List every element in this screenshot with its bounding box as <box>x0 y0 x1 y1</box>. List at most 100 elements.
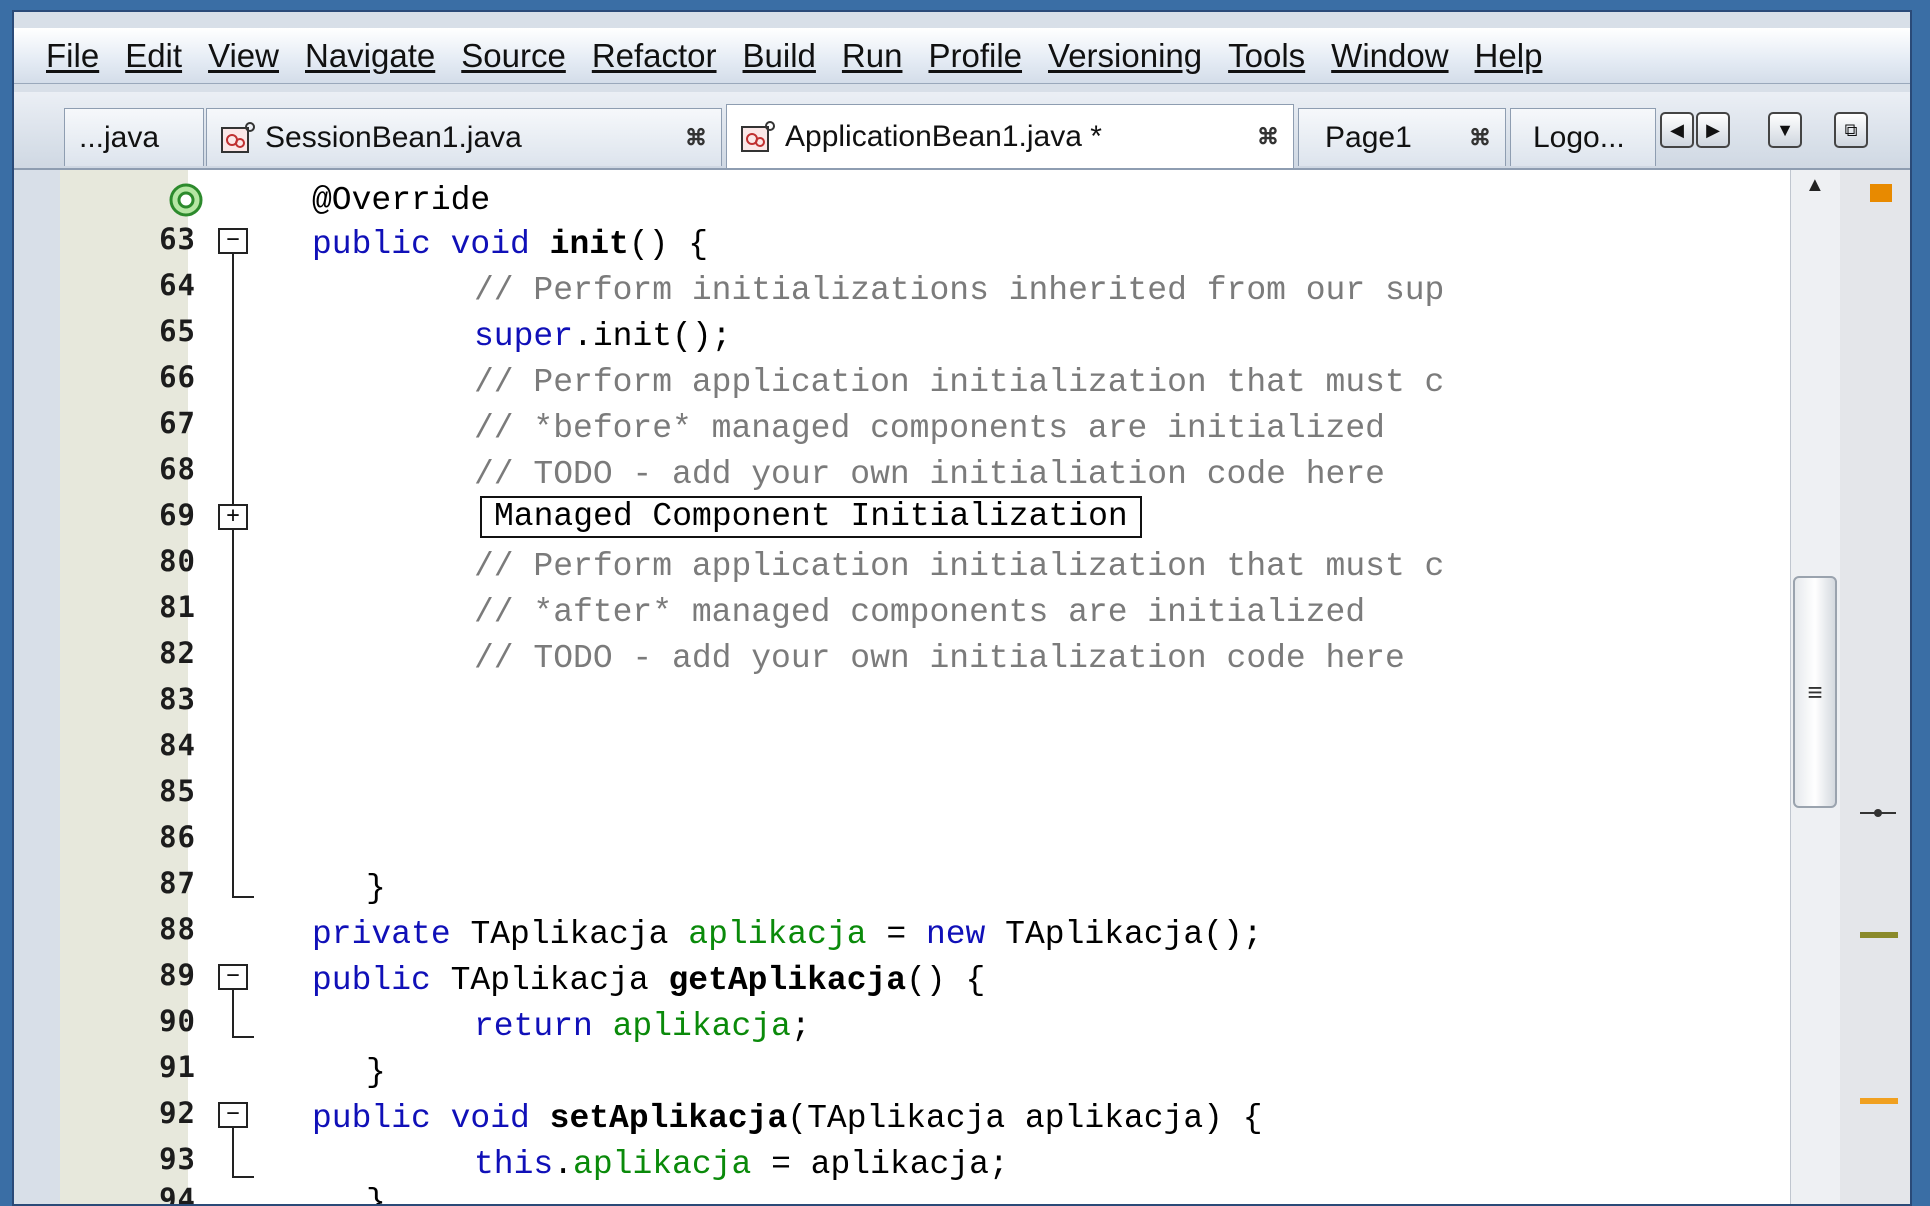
keyword: super <box>474 318 574 355</box>
bean-file-icon <box>221 121 255 153</box>
error-stripe-mark[interactable] <box>1860 1098 1898 1104</box>
code-line: @Override <box>312 182 490 219</box>
field-name: aplikacja <box>612 1008 791 1045</box>
tab-label: Logo... <box>1533 120 1625 154</box>
line-number: 82 <box>159 636 196 670</box>
code-comment: // TODO - add your own initialization co… <box>474 640 1405 677</box>
tab-label: SessionBean1.java <box>265 120 522 154</box>
code-editor[interactable]: 63 64 65 66 67 68 69 80 81 82 83 84 85 8… <box>60 170 1790 1206</box>
menu-versioning[interactable]: Versioning <box>1048 37 1202 75</box>
type-name: TAplikacja <box>470 916 689 953</box>
line-number: 84 <box>159 728 196 762</box>
line-number: 92 <box>159 1096 196 1130</box>
line-number: 85 <box>159 774 196 808</box>
type-name: TAplikacja <box>450 962 669 999</box>
expand-fold-button[interactable]: + <box>218 504 248 530</box>
close-tab-icon[interactable]: ⌘ <box>1469 125 1491 151</box>
collapse-fold-button[interactable]: − <box>218 964 248 990</box>
tab-logo[interactable]: Logo... <box>1510 108 1656 166</box>
method-name: getAplikacja <box>668 962 907 999</box>
menu-bar: File Edit View Navigate Source Refactor … <box>14 28 1910 84</box>
code-text: TAplikacja(); <box>1005 916 1263 953</box>
collapse-fold-button[interactable]: − <box>218 1102 248 1128</box>
keyword: public void <box>312 226 550 263</box>
menu-source[interactable]: Source <box>461 37 566 75</box>
code-comment: // Perform application initialization th… <box>474 364 1445 401</box>
code-text: () { <box>628 226 709 263</box>
menu-window[interactable]: Window <box>1331 37 1448 75</box>
line-number: 87 <box>159 866 196 900</box>
tab-label: Page1 <box>1325 120 1412 154</box>
code-comment: // Perform initializations inherited fro… <box>474 272 1445 309</box>
code-text: = <box>866 916 926 953</box>
line-number: 80 <box>159 544 196 578</box>
override-annotation-icon[interactable] <box>168 182 204 218</box>
closing-brace: } <box>366 870 386 907</box>
keyword: this <box>474 1146 554 1183</box>
code-line: public TAplikacja getAplikacja() { <box>312 962 985 999</box>
collapse-fold-button[interactable]: − <box>218 228 248 254</box>
line-number: 69 <box>159 498 196 532</box>
code-line: return aplikacja; <box>474 1008 811 1045</box>
grip-icon: ≡ <box>1807 676 1823 707</box>
maximize-window-button[interactable]: ⧉ <box>1834 112 1868 148</box>
method-name: setAplikacja <box>549 1100 788 1137</box>
closing-brace: } <box>366 1184 386 1206</box>
editor-tab-bar: ...java SessionBean1.java ⌘ ApplicationB… <box>14 92 1910 170</box>
collapsed-code-region[interactable]: Managed Component Initialization <box>480 496 1142 538</box>
tab-page1[interactable]: Page1 ⌘ <box>1298 108 1506 166</box>
code-text: ; <box>790 1008 811 1045</box>
scroll-up-icon[interactable]: ▲ <box>1805 174 1825 197</box>
line-number: 86 <box>159 820 196 854</box>
fold-guide-end <box>232 1176 254 1178</box>
menu-build[interactable]: Build <box>743 37 816 75</box>
error-stripe-mark[interactable] <box>1870 184 1892 202</box>
code-text: .init(); <box>573 318 732 355</box>
vertical-scrollbar[interactable]: ▲ ≡ <box>1790 170 1841 1204</box>
code-text: (TAplikacja aplikacja) { <box>787 1100 1263 1137</box>
tab-label: ApplicationBean1.java * <box>785 119 1102 153</box>
error-stripe-mark[interactable] <box>1860 932 1898 938</box>
line-number: 93 <box>159 1142 196 1176</box>
tab-java-file[interactable]: ...java <box>64 108 204 166</box>
code-comment: // TODO - add your own initialiation cod… <box>474 456 1385 493</box>
line-number: 81 <box>159 590 196 624</box>
menu-edit[interactable]: Edit <box>125 37 182 75</box>
show-opened-documents-button[interactable]: ▼ <box>1768 112 1802 148</box>
fold-guide-end <box>232 1036 254 1038</box>
menu-run[interactable]: Run <box>842 37 903 75</box>
line-number: 63 <box>159 222 196 256</box>
line-number: 89 <box>159 958 196 992</box>
scroll-tabs-right-button[interactable]: ▶ <box>1696 112 1730 148</box>
line-number: 91 <box>159 1050 196 1084</box>
menu-file[interactable]: File <box>46 37 99 75</box>
menu-help[interactable]: Help <box>1475 37 1543 75</box>
menu-profile[interactable]: Profile <box>928 37 1022 75</box>
ide-window: File Edit View Navigate Source Refactor … <box>12 10 1912 1206</box>
line-number: 68 <box>159 452 196 486</box>
code-line: super.init(); <box>474 318 731 355</box>
scroll-tabs-left-button[interactable]: ◀ <box>1660 112 1694 148</box>
code-line: private TAplikacja aplikacja = new TApli… <box>312 916 1263 953</box>
code-comment: // *before* managed components are initi… <box>474 410 1385 447</box>
menu-navigate[interactable]: Navigate <box>305 37 435 75</box>
field-name: aplikacja <box>573 1146 752 1183</box>
caret-position-icon <box>1860 809 1896 817</box>
fold-guide <box>232 254 234 896</box>
field-name: aplikacja <box>688 916 867 953</box>
fold-guide <box>232 1128 234 1176</box>
keyword: public <box>312 962 451 999</box>
annotation: @Override <box>312 182 491 219</box>
keyword: private <box>312 916 471 953</box>
tab-applicationbean1[interactable]: ApplicationBean1.java * ⌘ <box>726 104 1294 168</box>
error-stripe <box>1840 170 1910 1204</box>
line-number: 88 <box>159 912 196 946</box>
menu-tools[interactable]: Tools <box>1228 37 1305 75</box>
menu-view[interactable]: View <box>208 37 279 75</box>
close-tab-icon[interactable]: ⌘ <box>685 125 707 151</box>
menu-refactor[interactable]: Refactor <box>592 37 717 75</box>
tab-sessionbean1[interactable]: SessionBean1.java ⌘ <box>206 108 722 166</box>
close-tab-icon[interactable]: ⌘ <box>1257 124 1279 150</box>
scrollbar-thumb[interactable]: ≡ <box>1793 576 1837 808</box>
keyword: new <box>925 916 1006 953</box>
